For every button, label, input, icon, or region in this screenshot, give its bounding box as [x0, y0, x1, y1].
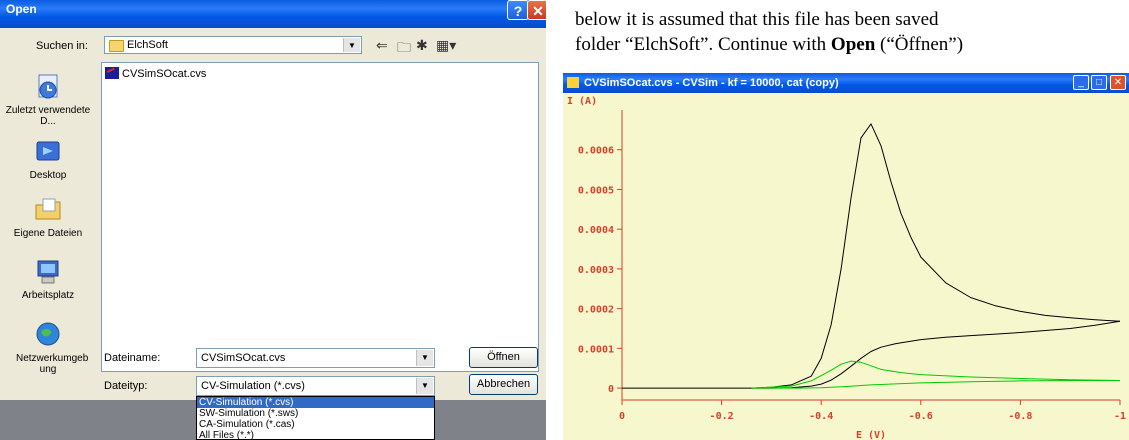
cvsim-file-icon [105, 67, 119, 79]
series-line-3 [751, 360, 1121, 389]
chevron-down-icon[interactable]: ▼ [416, 350, 433, 366]
place-my-computer[interactable]: Arbeitsplatz [0, 257, 96, 301]
cvsim-window: CVSimSOcat.cvs - CVSim - kf = 10000, cat… [563, 73, 1129, 440]
filetype-dropdown-list[interactable]: CV-Simulation (*.cvs) SW-Simulation (*.s… [196, 396, 435, 440]
filetype-option[interactable]: SW-Simulation (*.sws) [197, 408, 434, 419]
open-button[interactable]: Öffnen [469, 347, 538, 368]
filename-label: Dateiname: [104, 352, 161, 364]
minimize-button[interactable]: _ [1073, 75, 1089, 90]
look-in-combo[interactable]: ElchSoft ▼ [104, 36, 362, 54]
series-line-1 [622, 123, 1121, 389]
y-tick-label: 0.0001 [578, 344, 614, 355]
x-tick-label: -0.4 [809, 411, 833, 422]
place-recent[interactable]: Zuletzt verwendete D... [0, 72, 96, 127]
y-tick-label: 0.0004 [578, 225, 614, 236]
file-name: CVSimSOcat.cvs [122, 68, 207, 80]
filetype-option[interactable]: CA-Simulation (*.cas) [197, 419, 434, 430]
help-button[interactable]: ? [507, 0, 529, 20]
up-folder-icon[interactable]: 🗀 [397, 37, 411, 61]
maximize-button[interactable]: □ [1091, 75, 1107, 90]
filetype-select[interactable]: CV-Simulation (*.cvs) ▼ [196, 376, 435, 396]
cvsim-title: CVSimSOcat.cvs - CVSim - kf = 10000, cat… [584, 77, 839, 89]
dialog-title-bar: Open ? ✕ [0, 0, 546, 28]
chevron-down-icon[interactable]: ▼ [343, 38, 360, 52]
x-tick-label: -0.8 [1008, 411, 1032, 422]
filetype-label: Dateityp: [104, 380, 148, 392]
cancel-button[interactable]: Abbrechen [469, 374, 538, 395]
place-desktop[interactable]: Desktop [0, 137, 96, 181]
instruction-line-2: folder “ElchSoft”. Continue with Open (“… [575, 34, 964, 55]
places-bar: Zuletzt verwendete D... Desktop Eigene D… [0, 60, 96, 380]
filetype-value: CV-Simulation (*.cvs) [201, 380, 305, 392]
file-list[interactable]: CVSimSOcat.cvs [101, 62, 539, 372]
open-dialog: Open ? ✕ Suchen in: ElchSoft ▼ ⇐ 🗀 ✱ ▦▾ … [0, 0, 546, 440]
x-axis-label: E (V) [856, 430, 886, 440]
x-tick-label: -1 [1114, 411, 1126, 422]
place-label: Arbeitsplatz [21, 290, 75, 301]
look-in-value: ElchSoft [127, 39, 168, 51]
place-label: Eigene Dateien [13, 228, 83, 239]
open-keyword: Open [830, 34, 876, 55]
dialog-title: Open [6, 2, 37, 16]
y-tick-label: 0.0005 [578, 185, 614, 196]
filetype-option[interactable]: CV-Simulation (*.cvs) [197, 397, 434, 408]
recent-docs-icon [38, 74, 58, 99]
close-window-button[interactable]: ✕ [1110, 75, 1126, 90]
new-folder-icon[interactable]: ✱ [416, 37, 428, 54]
x-tick-label: -0.6 [909, 411, 933, 422]
my-computer-icon [37, 260, 59, 284]
look-in-label: Suchen in: [36, 40, 88, 52]
filename-value: CVSimSOcat.cvs [201, 352, 286, 364]
instruction-text: below it is assumed that this file has b… [575, 7, 1129, 57]
cv-plot-area: 0 0.0001 0.0002 0.0003 0.0004 0.0005 0.0006 0 -0… [563, 93, 1129, 440]
x-tick-label: -0.2 [710, 411, 734, 422]
y-axis-label: I (A) [567, 96, 597, 107]
cvsim-title-bar: CVSimSOcat.cvs - CVSim - kf = 10000, cat… [563, 73, 1129, 93]
close-button[interactable]: ✕ [527, 0, 546, 20]
y-tick-label: 0.0003 [578, 265, 614, 276]
cv-chart: 0 0.0001 0.0002 0.0003 0.0004 0.0005 0.0006 0 -0… [567, 96, 1126, 440]
place-label: Netzwerkumgeb ung [16, 353, 89, 375]
y-tick-label: 0.0002 [578, 305, 614, 316]
place-my-documents[interactable]: Eigene Dateien [0, 195, 96, 239]
instruction-line-1: below it is assumed that this file has b… [575, 9, 939, 30]
folder-icon [109, 40, 124, 52]
filename-field[interactable]: CVSimSOcat.cvs ▼ [196, 348, 435, 368]
place-label: Zuletzt verwendete D... [5, 105, 91, 127]
filetype-option[interactable]: All Files (*.*) [197, 430, 434, 439]
view-menu-icon[interactable]: ▦▾ [436, 37, 456, 54]
x-tick-label: 0 [619, 411, 625, 422]
desktop-icon [36, 141, 60, 161]
y-tick-label: 0 [608, 384, 614, 395]
my-documents-icon [35, 198, 61, 220]
list-item[interactable]: CVSimSOcat.cvs [105, 67, 206, 80]
place-label: Desktop [29, 170, 67, 181]
back-arrow-icon[interactable]: ⇐ [376, 37, 388, 54]
cvsim-app-icon [567, 77, 579, 88]
y-tick-label: 0.0006 [578, 146, 614, 157]
chevron-down-icon[interactable]: ▼ [416, 378, 433, 394]
place-network[interactable]: Netzwerkumgeb ung [0, 320, 96, 375]
network-icon [36, 322, 60, 346]
